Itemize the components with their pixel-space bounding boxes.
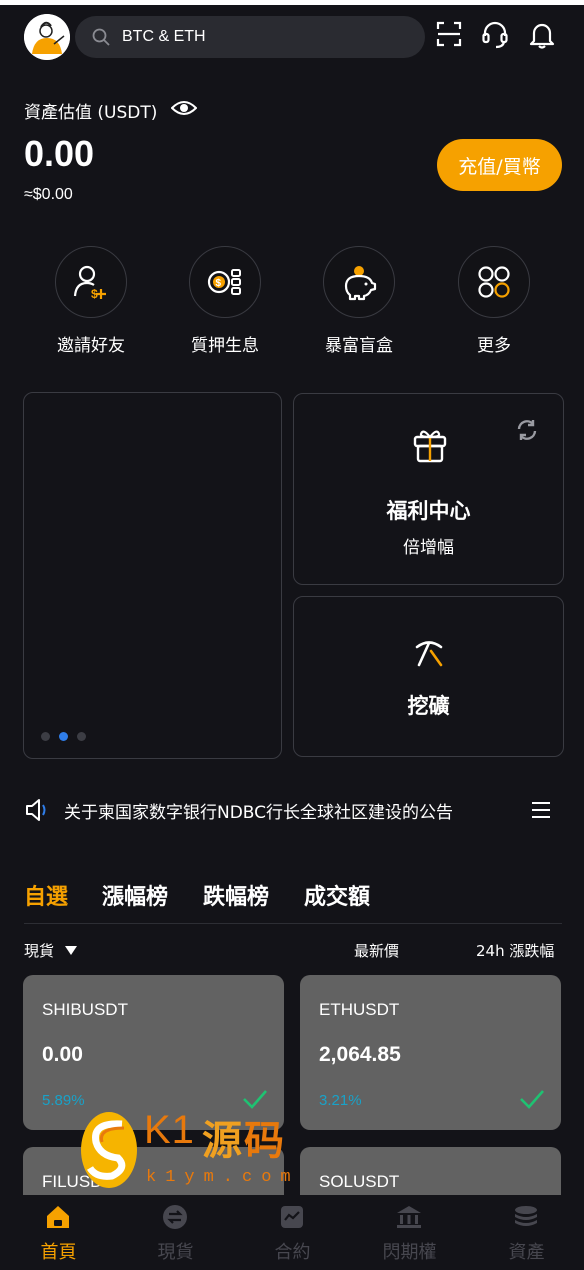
quick-action-invite[interactable]: $ 邀請好友: [24, 246, 158, 356]
quick-action-circle: [458, 246, 530, 318]
nav-assets[interactable]: 資產: [468, 1195, 584, 1270]
home-icon: [47, 1206, 69, 1228]
customer-service-icon[interactable]: [481, 20, 509, 50]
deposit-buy-button[interactable]: 充值/買幣: [437, 139, 562, 191]
nav-home[interactable]: 首頁: [0, 1195, 117, 1270]
watermark-ma: 码: [244, 1118, 284, 1164]
avatar-illustration-icon: [24, 14, 70, 60]
nav-label: 閃期權: [382, 1242, 437, 1263]
nav-spot[interactable]: 現貨: [117, 1195, 234, 1270]
watermark-k1: K1: [144, 1108, 195, 1152]
bottom-navigation: 首頁 現貨 合約 閃期權 資產: [0, 1195, 584, 1270]
quick-action-circle: [323, 246, 395, 318]
asset-fiat-value: ≈$0.00: [24, 186, 73, 203]
nav-options[interactable]: 閃期權: [351, 1195, 468, 1270]
bell-icon[interactable]: [528, 20, 556, 50]
asset-label: 資產估值 (USDT): [24, 103, 158, 123]
list-menu-icon[interactable]: [530, 799, 552, 821]
scan-icon[interactable]: [435, 20, 463, 48]
coin-card[interactable]: ETHUSDT 2,064.85 3.21%: [300, 975, 561, 1130]
invite-friend-icon: $: [73, 265, 106, 301]
pickaxe-icon: [415, 641, 443, 667]
coin-symbol: ETHUSDT: [319, 1000, 400, 1019]
top-status-strip: [0, 0, 584, 5]
quick-action-mystery-box[interactable]: 暴富盲盒: [292, 246, 426, 356]
tab-favorites[interactable]: 自選: [24, 879, 68, 911]
coin-card[interactable]: SHIBUSDT 0.00 5.89%: [23, 975, 284, 1130]
search-bar[interactable]: BTC & ETH: [75, 16, 425, 58]
speaker-icon: [26, 799, 46, 821]
svg-text:$: $: [216, 278, 222, 289]
tab-losers[interactable]: 跌幅榜: [203, 879, 269, 911]
quick-action-circle: $: [55, 246, 127, 318]
market-tabs: 自選 漲幅榜 跌幅榜 成交額: [24, 879, 562, 924]
banner-carousel[interactable]: [23, 392, 282, 759]
nav-label: 資產: [508, 1242, 545, 1263]
quick-action-label: 暴富盲盒: [325, 336, 393, 356]
welfare-title: 福利中心: [386, 499, 471, 523]
carousel-dot-active[interactable]: [59, 732, 68, 741]
caret-down-icon: [64, 946, 77, 955]
coin-symbol: SHIBUSDT: [42, 1000, 128, 1019]
tab-gainers[interactable]: 漲幅榜: [102, 879, 168, 911]
nav-label: 現貨: [157, 1242, 194, 1263]
spot-exchange-icon: [163, 1205, 187, 1229]
avatar[interactable]: [24, 14, 70, 60]
quick-action-label: 更多: [477, 336, 511, 356]
tab-volume[interactable]: 成交額: [304, 879, 370, 911]
nav-label: 合約: [274, 1242, 311, 1263]
spot-filter-dropdown[interactable]: 現貨: [24, 940, 77, 961]
bank-options-icon: [397, 1206, 421, 1228]
carousel-dots: [41, 732, 86, 741]
watermark-s-logo-icon: [81, 1112, 137, 1188]
carousel-dot[interactable]: [77, 732, 86, 741]
check-icon[interactable]: [242, 1089, 268, 1109]
spot-filter-label: 現貨: [24, 942, 55, 960]
piggy-bank-icon: [344, 266, 377, 301]
more-grid-icon: [478, 266, 510, 298]
staking-coins-icon: $: [207, 269, 241, 295]
contract-chart-icon: [281, 1206, 303, 1228]
welfare-center-card[interactable]: 福利中心 倍增幅: [293, 393, 564, 585]
column-24h-change[interactable]: 24h 漲跌幅: [476, 940, 554, 961]
check-icon[interactable]: [519, 1089, 545, 1109]
column-latest-price[interactable]: 最新價: [354, 940, 399, 961]
mining-title: 挖礦: [407, 694, 450, 718]
carousel-dot[interactable]: [41, 732, 50, 741]
assets-stack-icon: [515, 1206, 537, 1226]
header: BTC & ETH: [24, 14, 562, 60]
coin-change: 5.89%: [42, 1092, 85, 1109]
announcement-text[interactable]: 关于柬国家数字银行NDBC行长全球社区建设的公告: [64, 798, 453, 823]
search-input[interactable]: BTC & ETH: [122, 28, 206, 46]
eye-icon[interactable]: [171, 96, 197, 120]
watermark-logo: K1 源 码 k1ym.com: [78, 1108, 291, 1193]
search-icon: [92, 28, 110, 46]
quick-action-circle: $: [189, 246, 261, 318]
quick-action-label: 質押生息: [191, 336, 259, 356]
coin-symbol: SOLUSDT: [319, 1172, 400, 1191]
coin-change: 3.21%: [319, 1092, 362, 1109]
welfare-subtitle: 倍增幅: [403, 538, 454, 558]
coin-price: 0.00: [42, 1043, 83, 1066]
mining-card[interactable]: 挖礦: [293, 596, 564, 757]
nav-label: 首頁: [40, 1242, 77, 1263]
refresh-icon[interactable]: [515, 418, 539, 442]
nav-contract[interactable]: 合約: [234, 1195, 351, 1270]
announcement-bar[interactable]: 关于柬国家数字银行NDBC行长全球社区建设的公告: [24, 795, 564, 825]
quick-action-more[interactable]: 更多: [427, 246, 561, 356]
quick-action-label: 邀請好友: [57, 336, 125, 356]
quick-action-staking[interactable]: $ 質押生息: [158, 246, 292, 356]
asset-value: 0.00: [24, 133, 95, 174]
watermark-site: k1ym.com: [146, 1168, 300, 1187]
watermark-yuan: 源: [202, 1118, 242, 1164]
coin-price: 2,064.85: [319, 1043, 401, 1066]
gift-icon: [413, 430, 447, 463]
